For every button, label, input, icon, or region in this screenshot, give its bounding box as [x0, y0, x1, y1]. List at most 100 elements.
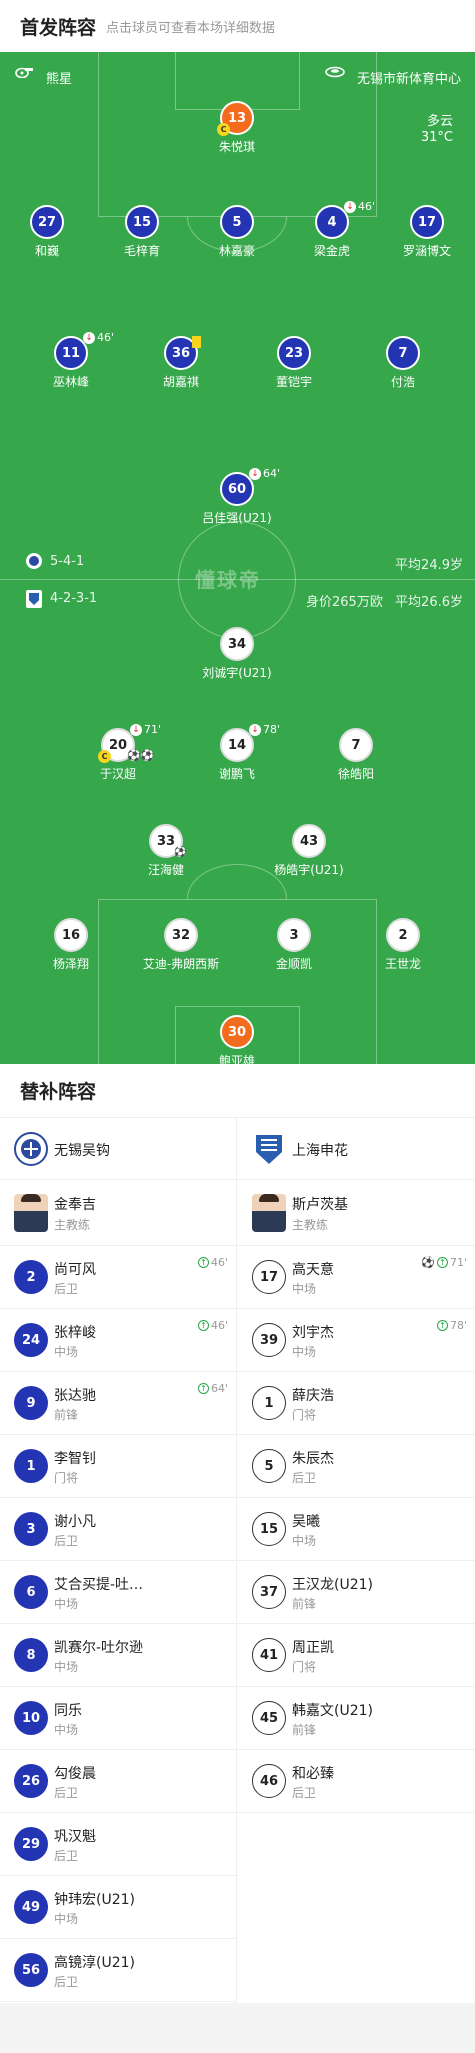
home-player-23[interactable]: 23 董铠宇 [249, 336, 339, 390]
home-formation: 5-4-1 [50, 554, 85, 569]
sub-player-row[interactable]: 1 李智钊 门将 [0, 1435, 236, 1498]
player-name: 汪海健 [147, 863, 184, 877]
player-number: 3 [277, 918, 311, 952]
coach-role: 主教练 [54, 1218, 91, 1232]
player-number: 37 [252, 1575, 286, 1609]
home-player-36[interactable]: 36 胡嘉祺 [136, 336, 226, 390]
player-name: 刘宇杰 [292, 1325, 334, 1341]
player-name: 胡嘉祺 [162, 375, 199, 389]
sub-player-row[interactable]: 5 朱辰杰 后卫 [238, 1435, 475, 1498]
sub-player-row[interactable]: 17 高天意 中场 ⚽ ↑ 71' [238, 1246, 475, 1309]
sub-out-icon: ↓ [83, 331, 95, 344]
home-player-60[interactable]: 60 ↓ 64' 吕佳强(U21) [192, 467, 282, 526]
sub-out-icon: ↓ [249, 723, 261, 736]
away-team-row[interactable]: 上海申花 [238, 1118, 475, 1180]
lineup-header: 首发阵容 点击球员可查看本场详细数据 [0, 0, 475, 52]
player-number: 8 [14, 1638, 48, 1672]
away-formation: 4-2-3-1 [50, 591, 98, 606]
coach-avatar [14, 1194, 48, 1232]
home-team-logo-icon [14, 1132, 48, 1166]
sub-minute: 46' [210, 1256, 228, 1269]
sub-player-row[interactable]: 1 薛庆浩 门将 [238, 1372, 475, 1435]
home-team-row[interactable]: 无锡吴钩 [0, 1118, 236, 1180]
sub-in-indicator: ↑ 78' [436, 1319, 467, 1332]
player-number: 49 [14, 1890, 48, 1924]
sub-out-icon: ↓ [130, 723, 142, 736]
away-team-logo-icon [26, 590, 42, 608]
home-team-name: 无锡吴钩 [54, 1143, 110, 1159]
home-player-5[interactable]: 5 林嘉豪 [192, 205, 282, 259]
away-player-43[interactable]: 43 杨皓宇(U21) [264, 824, 354, 878]
away-player-14[interactable]: 14 ↓ 78' 谢鹏飞 [192, 723, 282, 782]
home-team-logo-icon [26, 553, 42, 569]
home-player-15[interactable]: 15 毛梓育 [97, 205, 187, 259]
player-name: 周正凯 [292, 1640, 334, 1656]
away-player-34[interactable]: 34 刘诚宇(U21) [192, 627, 282, 681]
player-name: 张梓峻 [54, 1325, 96, 1341]
player-name: 钟玮宏(U21) [54, 1892, 135, 1908]
player-name: 艾合买提-吐… [54, 1577, 144, 1593]
home-player-13[interactable]: 13 C 朱悦琪 [192, 101, 282, 155]
home-player-11[interactable]: 11 ↓ 46' 巫林峰 [26, 331, 116, 390]
sub-player-row[interactable]: 39 刘宇杰 中场 ↑ 78' [238, 1309, 475, 1372]
sub-player-row[interactable]: 8 凯赛尔-吐尔逊 中场 [0, 1624, 236, 1687]
section-title: 首发阵容 [20, 16, 97, 39]
sub-player-row[interactable]: 26 勾俊晨 后卫 [0, 1750, 236, 1813]
sub-player-row[interactable]: 2 尚可风 后卫 ↑ 46' [0, 1246, 236, 1309]
away-player-32[interactable]: 32 艾迪-弗朗西斯 [136, 918, 226, 972]
temperature: 31°C [420, 130, 453, 145]
home-player-17[interactable]: 17 罗涵博文 [382, 205, 472, 259]
home-coach-row[interactable]: 金奉吉 主教练 [0, 1180, 236, 1246]
player-name: 艾迪-弗朗西斯 [142, 957, 220, 971]
player-number: 5 [252, 1449, 286, 1483]
assist-icon: ⚽ [174, 847, 187, 858]
sub-player-row[interactable]: 6 艾合买提-吐… 中场 [0, 1561, 236, 1624]
sub-player-row[interactable]: 24 张梓峻 中场 ↑ 46' [0, 1309, 236, 1372]
player-name: 薛庆浩 [292, 1388, 334, 1404]
sub-player-row[interactable]: 15 吴曦 中场 [238, 1498, 475, 1561]
player-name: 张达驰 [54, 1388, 96, 1404]
away-player-30[interactable]: 30 鲍亚雄 [192, 1015, 282, 1064]
away-player-7[interactable]: 7 徐皓阳 [311, 728, 401, 782]
player-number: 2 [14, 1260, 48, 1294]
player-position: 中场 [54, 1345, 79, 1359]
sub-player-row[interactable]: 41 周正凯 门将 [238, 1624, 475, 1687]
away-avg-age: 平均26.6岁 [395, 595, 463, 610]
player-name: 金顺凯 [275, 957, 312, 971]
stadium-icon [325, 66, 345, 82]
away-player-33[interactable]: 33 汪海健 [121, 824, 211, 878]
sub-player-row[interactable]: 29 巩汉魁 后卫 [0, 1813, 236, 1876]
player-name: 朱悦琪 [218, 140, 255, 154]
player-name: 王世龙 [384, 957, 421, 971]
player-name: 同乐 [54, 1703, 82, 1719]
player-number: 16 [54, 918, 88, 952]
home-player-4[interactable]: 4 ↓ 46' 梁金虎 [287, 200, 377, 259]
home-player-27[interactable]: 27 和巍 [2, 205, 92, 259]
player-name: 毛梓育 [123, 244, 160, 258]
home-player-7[interactable]: 7 付浩 [358, 336, 448, 390]
player-number: 2 [386, 918, 420, 952]
sub-player-row[interactable]: 45 韩嘉文(U21) 前锋 [238, 1687, 475, 1750]
sub-out-indicator: ↓ 71' [130, 723, 161, 736]
whistle-icon [14, 66, 34, 82]
sub-player-row[interactable]: 9 张达驰 前锋 ↑ 64' [0, 1372, 236, 1435]
away-coach-row[interactable]: 斯卢茨基 主教练 [238, 1180, 475, 1246]
sub-player-row[interactable]: 56 高镜淳(U21) 后卫 [0, 1939, 236, 2002]
player-name: 徐皓阳 [337, 767, 374, 781]
away-player-3[interactable]: 3 金顺凯 [249, 918, 339, 972]
sub-player-row[interactable]: 3 谢小凡 后卫 [0, 1498, 236, 1561]
sub-player-row[interactable]: 46 和必臻 后卫 [238, 1750, 475, 1813]
player-name: 吕佳强(U21) [202, 511, 272, 525]
sub-minute: 71' [144, 723, 162, 736]
player-number: 29 [14, 1827, 48, 1861]
sub-player-row[interactable]: 49 钟玮宏(U21) 中场 [0, 1876, 236, 1939]
sub-player-row[interactable]: 10 同乐 中场 [0, 1687, 236, 1750]
away-player-16[interactable]: 16 杨泽翔 [26, 918, 116, 972]
player-name: 付浩 [390, 375, 415, 389]
sub-player-row[interactable]: 37 王汉龙(U21) 前锋 [238, 1561, 475, 1624]
away-player-2[interactable]: 2 王世龙 [358, 918, 448, 972]
player-position: 中场 [292, 1534, 317, 1548]
sub-minute: 71' [449, 1256, 467, 1269]
sub-out-indicator: ↓ 46' [344, 200, 375, 213]
player-number: 7 [339, 728, 373, 762]
